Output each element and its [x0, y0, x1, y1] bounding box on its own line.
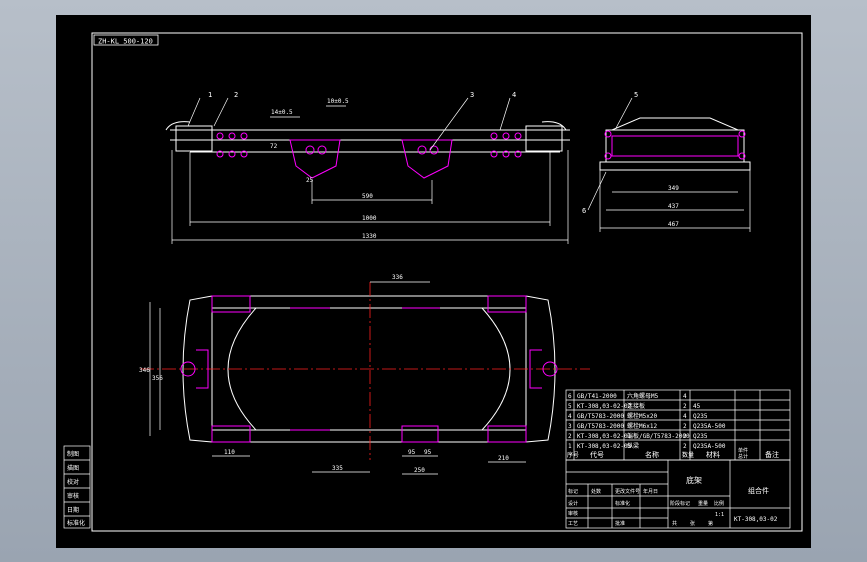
dim-plan-h1: 346 [139, 367, 150, 374]
dim-plan-b4: 95 [424, 449, 432, 456]
drawing-sheet [56, 15, 811, 548]
svg-text:设计: 设计 [568, 500, 578, 507]
dim-top-7: 25 [306, 177, 314, 184]
svg-text:六角螺母M5: 六角螺母M5 [627, 392, 659, 400]
svg-text:Q235A-500: Q235A-500 [693, 443, 726, 450]
svg-text:单件: 单件 [738, 447, 748, 454]
svg-text:张: 张 [690, 520, 695, 527]
drawing-canvas: ZH-KL 500-120 14±0.5 10±0.5 72 25 590 10… [56, 15, 811, 548]
svg-text:1: 1 [568, 443, 572, 450]
dim-top-4: 590 [362, 193, 373, 200]
svg-text:4: 4 [683, 393, 687, 400]
svg-text:GB/T5783-2000: GB/T5783-2000 [577, 423, 624, 430]
svg-text:工艺: 工艺 [568, 521, 578, 527]
cad-viewport: ZH-KL 500-120 14±0.5 10±0.5 72 25 590 10… [0, 0, 867, 562]
svg-text:第: 第 [708, 520, 713, 527]
svg-text:螺栓M6x12: 螺栓M6x12 [627, 422, 657, 430]
balloon-5: 5 [634, 91, 638, 99]
svg-text:连接板: 连接板 [627, 402, 645, 410]
svg-text:4: 4 [568, 413, 572, 420]
svg-text:KT-308,03-02-02: KT-308,03-02-02 [577, 403, 632, 410]
dim-top-5: 1000 [362, 215, 377, 222]
dim-plan-b5: 250 [414, 467, 425, 474]
svg-text:数量: 数量 [682, 451, 694, 459]
strip-5: 日期 [67, 506, 79, 514]
svg-text:批准: 批准 [615, 520, 625, 527]
svg-text:GB/T5783-2000: GB/T5783-2000 [577, 413, 624, 420]
svg-text:3: 3 [568, 423, 572, 430]
svg-text:标记: 标记 [568, 488, 578, 495]
dim-side-1: 349 [668, 185, 679, 192]
dim-top-2: 10±0.5 [327, 98, 349, 105]
svg-text:6: 6 [568, 393, 572, 400]
dim-side-3: 467 [668, 221, 679, 228]
svg-text:重量: 重量 [698, 500, 708, 507]
assembly-label: 组合件 [748, 486, 769, 495]
balloon-4: 4 [512, 91, 516, 99]
svg-text:代号: 代号 [590, 450, 604, 459]
svg-text:审核: 审核 [568, 510, 578, 517]
strip-6: 标准化 [67, 519, 85, 527]
svg-text:2: 2 [568, 433, 572, 440]
svg-text:端板/GB/T5783-2000: 端板/GB/T5783-2000 [627, 432, 690, 440]
dim-plan-b3: 95 [408, 449, 416, 456]
svg-text:KT-308,03-02-03: KT-308,03-02-03 [577, 443, 632, 450]
svg-text:更改文件号: 更改文件号 [615, 488, 640, 495]
balloon-2: 2 [234, 91, 238, 99]
dim-top-3: 72 [270, 143, 278, 150]
svg-text:名称: 名称 [645, 450, 659, 459]
dim-top-6: 1330 [362, 233, 377, 240]
strip-2: 描图 [67, 464, 79, 472]
balloon-1: 1 [208, 91, 212, 99]
dim-top-1: 14±0.5 [271, 109, 293, 116]
dim-plan-top: 336 [392, 274, 403, 281]
balloon-6: 6 [582, 207, 586, 215]
svg-text:总计: 总计 [738, 453, 748, 460]
svg-text:2: 2 [683, 433, 687, 440]
svg-text:处数: 处数 [591, 488, 601, 495]
part-name: 底架 [686, 475, 702, 485]
scale-value: 1:1 [715, 512, 724, 518]
dim-plan-b6: 210 [498, 455, 509, 462]
svg-text:2: 2 [683, 403, 687, 410]
svg-text:Q235: Q235 [693, 433, 708, 440]
svg-text:Q235: Q235 [693, 413, 708, 420]
svg-text:2: 2 [683, 423, 687, 430]
svg-text:序号: 序号 [567, 451, 579, 459]
svg-text:标准化: 标准化 [615, 500, 630, 507]
svg-text:材料: 材料 [706, 450, 720, 459]
svg-text:比例: 比例 [714, 500, 724, 507]
strip-4: 审核 [67, 492, 79, 500]
balloon-3: 3 [470, 91, 474, 99]
svg-text:备注: 备注 [765, 450, 779, 459]
strip-3: 校对 [67, 478, 79, 486]
svg-text:年月日: 年月日 [643, 488, 658, 495]
svg-text:4: 4 [683, 413, 687, 420]
svg-text:2: 2 [683, 443, 687, 450]
dim-plan-b1: 110 [224, 449, 235, 456]
code-tag: ZH-KL 500-120 [98, 38, 153, 46]
svg-text:5: 5 [568, 403, 572, 410]
svg-text:KT-308,03-02-01: KT-308,03-02-01 [577, 433, 632, 440]
svg-text:45: 45 [693, 403, 701, 410]
svg-text:阶段标记: 阶段标记 [670, 500, 690, 507]
svg-text:纵梁: 纵梁 [627, 442, 639, 450]
svg-text:螺栓M5x20: 螺栓M5x20 [627, 412, 657, 420]
strip-1: 制图 [67, 450, 79, 458]
svg-text:Q235A-500: Q235A-500 [693, 423, 726, 430]
svg-text:共: 共 [672, 520, 677, 527]
dim-side-2: 437 [668, 203, 679, 210]
dim-plan-h2: 356 [152, 375, 163, 382]
dim-plan-b2: 335 [332, 465, 343, 472]
drawing-number: KT-308,03-02 [734, 516, 778, 523]
svg-text:GB/T41-2000: GB/T41-2000 [577, 393, 617, 400]
